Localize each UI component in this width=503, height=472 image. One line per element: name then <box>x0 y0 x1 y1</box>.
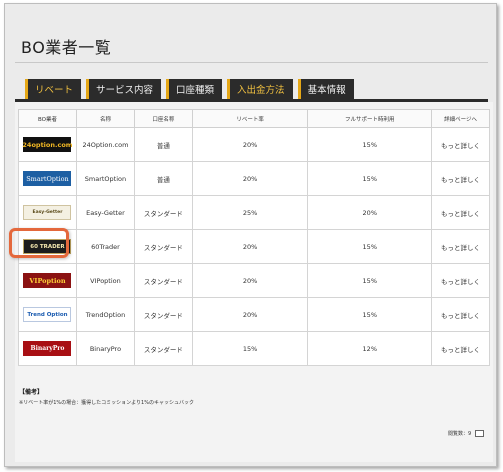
highlight-callout <box>9 228 69 258</box>
full-support-rate: 15% <box>307 127 433 162</box>
tab-label: 基本情報 <box>307 85 346 96</box>
table-row: SmartOption SmartOption 普通 20% 15% もっと詳し… <box>18 161 490 196</box>
table-row: Trend Option TrendOption スタンダード 20% 15% … <box>18 297 490 332</box>
header-name: 名称 <box>75 109 135 128</box>
header-full-support: フルサポート時利用 <box>307 109 433 128</box>
rebate-rate: 20% <box>191 127 309 162</box>
broker-logo[interactable]: 24option.com <box>22 137 73 152</box>
header-account: 口座名称 <box>133 109 193 128</box>
broker-name: Easy-Getter <box>75 195 135 230</box>
tab-label: 入出金方法 <box>237 85 285 96</box>
account-type: 普通 <box>133 161 193 196</box>
table-row: 24option.com 24Option.com 普通 20% 15% もっと… <box>18 127 490 162</box>
account-type: スタンダード <box>133 195 193 230</box>
tab-label: サービス内容 <box>96 85 154 96</box>
content-panel: BO業者 名称 口座名称 リベート率 フルサポート時利用 詳細ページへ 24op… <box>15 102 493 462</box>
account-type: 普通 <box>133 127 193 162</box>
tab-account-type[interactable]: 口座種類 <box>166 79 223 99</box>
full-support-rate: 20% <box>307 195 433 230</box>
tab-label: 口座種類 <box>176 85 215 96</box>
notes-text: ※リベート率が1%の場合：獲得したコミッションより1%のキャッシュバック <box>19 400 194 406</box>
rebate-rate: 20% <box>191 229 309 264</box>
broker-name: TrendOption <box>75 297 135 332</box>
detail-link[interactable]: もっと詳しく <box>431 263 490 298</box>
tab-label: リベート <box>35 85 74 96</box>
broker-logo[interactable]: VIPoption <box>23 273 72 288</box>
header-broker: BO業者 <box>18 109 77 128</box>
detail-link[interactable]: もっと詳しく <box>431 229 490 264</box>
full-support-rate: 15% <box>307 297 433 332</box>
full-support-rate: 15% <box>307 229 433 264</box>
broker-name: 60Trader <box>75 229 135 264</box>
title-divider <box>15 62 488 63</box>
header-rebate: リベート率 <box>191 109 309 128</box>
rebate-rate: 15% <box>191 331 309 366</box>
table-row: 60 TRADER 60Trader スタンダード 20% 15% もっと詳しく <box>18 229 490 264</box>
tab-basic-info[interactable]: 基本情報 <box>297 79 354 99</box>
checkbox-icon[interactable] <box>475 430 485 437</box>
account-type: スタンダード <box>133 297 193 332</box>
page-title: BO業者一覧 <box>21 38 112 57</box>
broker-logo[interactable]: SmartOption <box>23 171 72 186</box>
detail-link[interactable]: もっと詳しく <box>431 161 490 196</box>
tab-deposit-withdrawal[interactable]: 入出金方法 <box>227 79 293 99</box>
full-support-rate: 12% <box>307 331 433 366</box>
page-view-counter: 閲覧数：9 <box>448 430 485 437</box>
account-type: スタンダード <box>133 263 193 298</box>
broker-name: VIPoption <box>75 263 135 298</box>
broker-name: 24Option.com <box>75 127 135 162</box>
detail-link[interactable]: もっと詳しく <box>431 195 490 230</box>
notes-title: 【備考】 <box>19 389 44 396</box>
page-frame: BO業者一覧 リベート サービス内容 口座種類 入出金方法 基本情報 BO業者 … <box>4 3 497 467</box>
broker-name: BinaryPro <box>75 331 135 366</box>
account-type: スタンダード <box>133 331 193 366</box>
tab-service[interactable]: サービス内容 <box>86 79 162 99</box>
tab-bar: リベート サービス内容 口座種類 入出金方法 基本情報 <box>25 79 354 99</box>
table-row: BinaryPro BinaryPro スタンダード 15% 12% もっと詳し… <box>18 331 490 366</box>
broker-logo[interactable]: Trend Option <box>23 307 72 322</box>
broker-logo[interactable]: BinaryPro <box>23 341 72 356</box>
broker-name: SmartOption <box>75 161 135 196</box>
full-support-rate: 15% <box>307 263 433 298</box>
broker-logo[interactable]: Easy-Getter <box>23 205 72 220</box>
detail-link[interactable]: もっと詳しく <box>431 331 490 366</box>
table-row: Easy-Getter Easy-Getter スタンダード 25% 20% も… <box>18 195 490 230</box>
detail-link[interactable]: もっと詳しく <box>431 127 490 162</box>
rebate-rate: 25% <box>191 195 309 230</box>
detail-link[interactable]: もっと詳しく <box>431 297 490 332</box>
tab-rebate[interactable]: リベート <box>25 79 82 99</box>
page-view-label: 閲覧数：9 <box>448 431 472 437</box>
broker-table: BO業者 名称 口座名称 リベート率 フルサポート時利用 詳細ページへ 24op… <box>18 109 490 366</box>
table-row: VIPoption VIPoption スタンダード 20% 15% もっと詳し… <box>18 263 490 298</box>
rebate-rate: 20% <box>191 263 309 298</box>
account-type: スタンダード <box>133 229 193 264</box>
table-header-row: BO業者 名称 口座名称 リベート率 フルサポート時利用 詳細ページへ <box>18 109 490 128</box>
rebate-rate: 20% <box>191 297 309 332</box>
rebate-rate: 20% <box>191 161 309 196</box>
full-support-rate: 15% <box>307 161 433 196</box>
header-detail: 詳細ページへ <box>431 109 490 128</box>
